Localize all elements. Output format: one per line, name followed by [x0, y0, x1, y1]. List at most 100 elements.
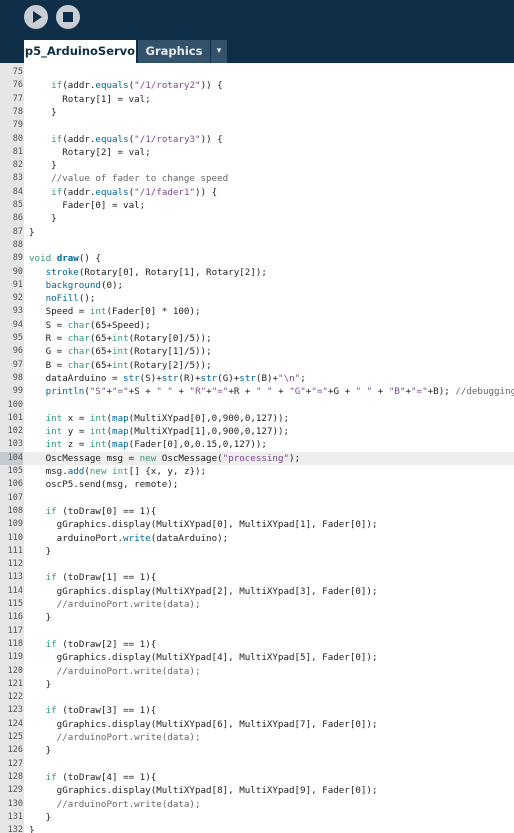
- code-line[interactable]: 79: [0, 119, 514, 132]
- code-line[interactable]: 126 }: [0, 744, 514, 757]
- code-line[interactable]: 112: [0, 558, 514, 571]
- tab-graphics[interactable]: Graphics: [138, 40, 210, 63]
- line-number: 123: [7, 705, 23, 716]
- code-line[interactable]: 78 }: [0, 106, 514, 119]
- code-line[interactable]: 104 OscMessage msg = new OscMessage("pro…: [0, 451, 514, 465]
- code-text: oscP5.send(msg, remote);: [29, 478, 179, 491]
- code-line[interactable]: 109 gGraphics.display(MultiXYpad[0], Mul…: [0, 518, 514, 531]
- code-token: );: [289, 452, 301, 464]
- code-editor[interactable]: 75 76 if(addr.equals("/1/rotary2")) {77 R…: [0, 63, 514, 833]
- code-token: int: [89, 439, 107, 451]
- code-token: "B": [388, 386, 406, 398]
- code-token: (MultiXYpad[0],0,900,0,127));: [128, 412, 290, 424]
- code-line[interactable]: 97 B = char(65+int(Rotary[2]/5));: [0, 359, 514, 372]
- code-line[interactable]: 123 if (toDraw[3] == 1){: [0, 704, 514, 717]
- code-text: if(addr.equals("/1/rotary2")) {: [29, 79, 223, 92]
- code-line[interactable]: 86 }: [0, 212, 514, 225]
- code-token: (65+: [89, 359, 113, 371]
- code-line[interactable]: 101 int x = int(map(MultiXYpad[0],0,900,…: [0, 412, 514, 425]
- code-line[interactable]: 91 background(0);: [0, 279, 514, 292]
- code-line[interactable]: 81 Rotary[2] = val;: [0, 146, 514, 159]
- code-token: arduinoPort.: [29, 532, 124, 544]
- code-token: " ": [255, 386, 273, 398]
- code-line[interactable]: 132}: [0, 824, 514, 833]
- stop-button[interactable]: [56, 5, 80, 29]
- code-token: gGraphics.display(MultiXYpad[0], MultiXY…: [29, 519, 378, 531]
- code-line[interactable]: 128 if (toDraw[4] == 1){: [0, 771, 514, 784]
- line-number: 111: [7, 545, 23, 556]
- code-line[interactable]: 77 Rotary[1] = val;: [0, 93, 514, 106]
- code-text: //arduinoPort.write(data);: [29, 731, 201, 744]
- line-number: 113: [7, 572, 23, 583]
- code-line[interactable]: 114 gGraphics.display(MultiXYpad[2], Mul…: [0, 585, 514, 598]
- code-line[interactable]: 116 }: [0, 611, 514, 624]
- tab-p5-arduinoservo[interactable]: p5_ArduinoServo: [24, 40, 136, 63]
- code-token: (Rotary[2]/5));: [128, 359, 212, 371]
- code-line[interactable]: 85 Fader[0] = val;: [0, 199, 514, 212]
- code-line[interactable]: 103 int z = int(map(Fader[0],0,0.15,0,12…: [0, 438, 514, 451]
- code-line[interactable]: 127: [0, 758, 514, 771]
- code-line[interactable]: 131 }: [0, 811, 514, 824]
- code-line[interactable]: 82 }: [0, 159, 514, 172]
- tab-menu-button[interactable]: ▾: [211, 40, 227, 63]
- code-line[interactable]: 89 void draw() {: [0, 252, 514, 265]
- code-line[interactable]: 102 int y = int(map(MultiXYpad[1],0,900,…: [0, 425, 514, 438]
- code-line[interactable]: 87}: [0, 226, 514, 239]
- code-line[interactable]: 83 //value of fader to change speed: [0, 172, 514, 185]
- code-line[interactable]: 110 arduinoPort.write(dataArduino);: [0, 532, 514, 545]
- code-token: }: [29, 811, 52, 823]
- code-token: gGraphics.display(MultiXYpad[8], MultiXY…: [29, 785, 378, 797]
- code-line[interactable]: 122: [0, 691, 514, 704]
- line-number: 77: [12, 93, 23, 104]
- code-line[interactable]: 99 println("S"+"="+S + " " + "R"+"="+R +…: [0, 385, 514, 398]
- code-line[interactable]: 129 gGraphics.display(MultiXYpad[8], Mul…: [0, 784, 514, 797]
- code-line[interactable]: 95 R = char(65+int(Rotary[0]/5));: [0, 332, 514, 345]
- line-number: 81: [12, 146, 23, 157]
- code-line[interactable]: 105 msg.add(new int[] {x, y, z});: [0, 465, 514, 478]
- code-line[interactable]: 107: [0, 492, 514, 505]
- code-token: z =: [62, 439, 90, 451]
- code-line[interactable]: 76 if(addr.equals("/1/rotary2")) {: [0, 79, 514, 92]
- code-line[interactable]: 94 S = char(65+Speed);: [0, 319, 514, 332]
- code-line[interactable]: 108 if (toDraw[0] == 1){: [0, 505, 514, 518]
- code-token: ();: [78, 293, 96, 305]
- code-text: R = char(65+int(Rotary[0]/5));: [29, 332, 212, 345]
- code-line[interactable]: 117: [0, 625, 514, 638]
- code-line[interactable]: 80 if(addr.equals("/1/rotary3")) {: [0, 133, 514, 146]
- code-line[interactable]: 92 noFill();: [0, 292, 514, 305]
- code-token: x =: [62, 412, 90, 424]
- code-token: int: [112, 359, 129, 371]
- code-line[interactable]: 113 if (toDraw[1] == 1){: [0, 571, 514, 584]
- code-line[interactable]: 121 }: [0, 678, 514, 691]
- code-token: equals: [95, 133, 129, 145]
- code-token: stroke: [45, 266, 79, 278]
- line-number: 119: [7, 652, 23, 663]
- code-token: ;: [300, 372, 306, 384]
- code-line[interactable]: 88: [0, 239, 514, 252]
- line-number: 100: [7, 399, 23, 410]
- code-line[interactable]: 124 gGraphics.display(MultiXYpad[6], Mul…: [0, 718, 514, 731]
- code-line[interactable]: 115 //arduinoPort.write(data);: [0, 598, 514, 611]
- code-line[interactable]: 90 stroke(Rotary[0], Rotary[1], Rotary[2…: [0, 266, 514, 279]
- code-token: new: [139, 452, 157, 464]
- code-token: +: [272, 386, 290, 398]
- code-line[interactable]: 106 oscP5.send(msg, remote);: [0, 478, 514, 491]
- code-line[interactable]: 118 if (toDraw[2] == 1){: [0, 638, 514, 651]
- run-button[interactable]: [24, 5, 48, 29]
- code-line[interactable]: 120 //arduinoPort.write(data);: [0, 665, 514, 678]
- code-line[interactable]: 96 G = char(65+int(Rotary[1]/5));: [0, 345, 514, 358]
- code-text: //arduinoPort.write(data);: [29, 598, 201, 611]
- code-line[interactable]: 119 gGraphics.display(MultiXYpad[4], Mul…: [0, 651, 514, 664]
- code-token: [] {x, y, z});: [128, 466, 207, 477]
- code-line[interactable]: 100: [0, 399, 514, 412]
- code-line[interactable]: 75: [0, 66, 514, 79]
- code-line[interactable]: 84 if(addr.equals("/1/fader1")) {: [0, 186, 514, 199]
- code-token: "S": [89, 386, 107, 398]
- code-token: (addr.: [62, 133, 96, 145]
- code-line[interactable]: 111 }: [0, 545, 514, 558]
- code-line[interactable]: 93 Speed = int(Fader[0] * 100);: [0, 305, 514, 318]
- code-line[interactable]: 125 //arduinoPort.write(data);: [0, 731, 514, 744]
- code-line[interactable]: 130 //arduinoPort.write(data);: [0, 798, 514, 811]
- code-line[interactable]: 98 dataArduino = str(S)+str(R)+str(G)+st…: [0, 372, 514, 385]
